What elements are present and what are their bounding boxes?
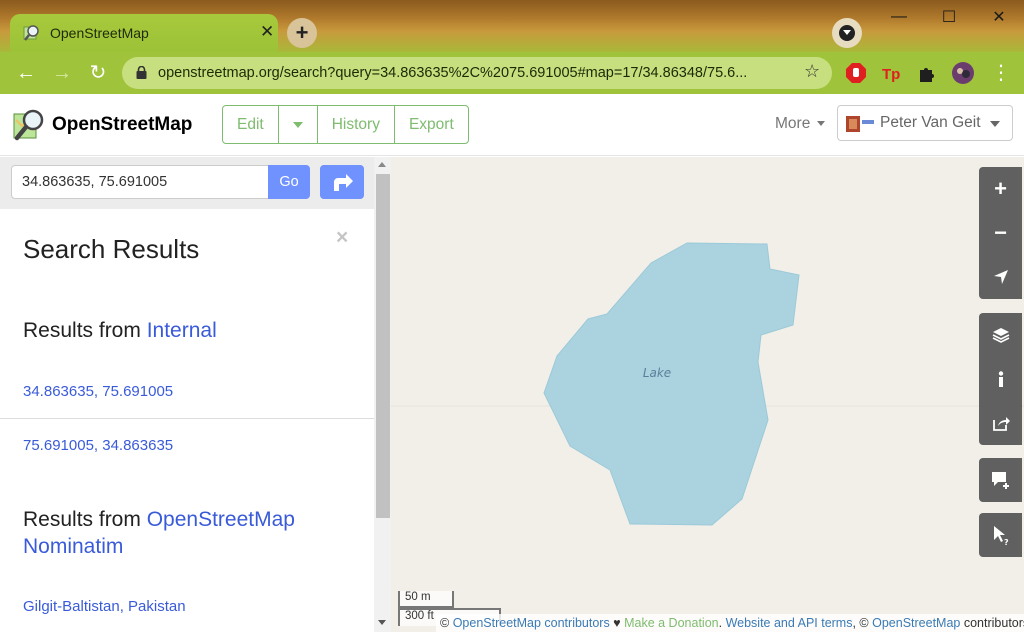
user-menu-button[interactable]: Peter Van Geit xyxy=(837,105,1013,141)
osm-logo-icon[interactable] xyxy=(12,108,46,142)
edit-dropdown-button[interactable] xyxy=(279,106,318,143)
browser-menu-icon[interactable]: ⋮ xyxy=(989,61,1013,85)
translate-extension-icon[interactable]: Tp xyxy=(880,62,902,84)
result-item[interactable]: Gilgit-Baltistan, Pakistan xyxy=(23,598,186,615)
share-icon xyxy=(992,417,1010,431)
caret-down-icon xyxy=(292,121,303,128)
query-cursor-icon: ? xyxy=(993,526,1009,545)
contributors-link[interactable]: OpenStreetMap contributors xyxy=(453,616,610,630)
scroll-down-icon[interactable] xyxy=(378,620,386,625)
caret-down-icon xyxy=(990,121,1000,127)
svg-text:Tp: Tp xyxy=(882,66,900,83)
results-internal-heading: Results from Internal xyxy=(23,319,217,342)
lake-shape xyxy=(543,242,800,526)
lake-label: Lake xyxy=(643,366,671,380)
query-controls: ? xyxy=(979,513,1022,557)
osm-header: OpenStreetMap Edit History Export More P… xyxy=(0,94,1024,156)
tab-title: OpenStreetMap xyxy=(50,25,149,41)
extensions-puzzle-icon[interactable] xyxy=(916,62,938,84)
adblock-extension-icon[interactable] xyxy=(845,62,867,84)
minimize-button[interactable]: — xyxy=(874,0,924,34)
export-button[interactable]: Export xyxy=(395,106,468,143)
result-item[interactable]: 75.691005, 34.863635 xyxy=(23,437,173,454)
add-note-button[interactable] xyxy=(979,458,1022,502)
lock-icon xyxy=(136,66,147,79)
internal-source-link[interactable]: Internal xyxy=(147,319,217,342)
note-controls xyxy=(979,458,1022,502)
map-layer: Lake xyxy=(391,242,1024,526)
results-nominatim-heading: Results from OpenStreetMap Nominatim xyxy=(23,508,295,558)
layers-icon xyxy=(992,328,1009,343)
bookmark-star-icon[interactable]: ☆ xyxy=(804,61,820,82)
window-controls: — ☐ ✕ xyxy=(874,0,1024,34)
svg-text:?: ? xyxy=(1004,538,1009,545)
more-menu-button[interactable]: More xyxy=(775,115,825,133)
directions-button[interactable] xyxy=(320,165,364,199)
close-window-button[interactable]: ✕ xyxy=(974,0,1024,34)
add-note-icon xyxy=(991,472,1009,489)
back-icon[interactable]: ← xyxy=(14,61,38,85)
reload-icon[interactable]: ↻ xyxy=(86,61,110,85)
more-label: More xyxy=(775,115,811,132)
query-features-button[interactable]: ? xyxy=(979,513,1022,557)
osm-copyright-link[interactable]: OpenStreetMap xyxy=(872,616,960,630)
map-canvas[interactable]: Lake xyxy=(391,157,1024,632)
history-button[interactable]: History xyxy=(318,106,395,143)
browser-tab-strip: OpenStreetMap ✕ + — ☐ ✕ xyxy=(0,0,1024,52)
scrollbar-thumb[interactable] xyxy=(376,174,390,518)
brand-name[interactable]: OpenStreetMap xyxy=(52,114,192,136)
layers-button[interactable] xyxy=(979,313,1022,357)
search-results-title: Search Results xyxy=(23,234,200,264)
close-results-icon[interactable]: × xyxy=(336,226,348,250)
forward-icon[interactable]: → xyxy=(50,61,74,85)
search-sidebar: 34.863635, 75.691005 Go Search Results ×… xyxy=(0,157,374,632)
map-key-button[interactable] xyxy=(979,357,1022,401)
osm-favicon-icon xyxy=(23,25,39,41)
share-button[interactable] xyxy=(979,401,1022,445)
nominatim-source-link[interactable]: Nominatim xyxy=(23,535,123,558)
zoom-controls: + − xyxy=(979,167,1022,299)
donation-link[interactable]: Make a Donation xyxy=(624,616,719,630)
locate-button[interactable] xyxy=(979,255,1022,299)
map-tools-controls xyxy=(979,313,1022,445)
browser-tab[interactable]: OpenStreetMap ✕ xyxy=(10,14,278,52)
tab-search-button[interactable] xyxy=(832,18,862,48)
scroll-up-icon[interactable] xyxy=(378,162,386,167)
edit-button-group: Edit History Export xyxy=(222,105,469,144)
user-avatar xyxy=(846,116,874,132)
result-item[interactable]: 34.863635, 75.691005 xyxy=(23,383,173,400)
map-attribution: © OpenStreetMap contributors ♥ Make a Do… xyxy=(436,614,1024,632)
info-icon xyxy=(998,371,1003,387)
new-tab-button[interactable]: + xyxy=(287,18,317,48)
profile-avatar[interactable] xyxy=(952,62,974,84)
go-button[interactable]: Go xyxy=(268,165,310,199)
address-bar[interactable]: openstreetmap.org/search?query=34.863635… xyxy=(122,57,832,89)
search-input[interactable]: 34.863635, 75.691005 xyxy=(11,165,269,199)
zoom-out-button[interactable]: − xyxy=(979,211,1022,255)
scale-metric: 50 m xyxy=(398,591,454,608)
tab-close-icon[interactable]: ✕ xyxy=(260,22,274,42)
user-name: Peter Van Geit xyxy=(880,114,981,131)
maximize-button[interactable]: ☐ xyxy=(924,0,974,34)
edit-button[interactable]: Edit xyxy=(223,106,279,143)
search-bar: 34.863635, 75.691005 Go xyxy=(0,157,374,209)
locate-arrow-icon xyxy=(993,270,1008,284)
zoom-in-button[interactable]: + xyxy=(979,167,1022,211)
nominatim-source-link[interactable]: OpenStreetMap xyxy=(147,508,295,531)
result-divider xyxy=(0,418,374,419)
caret-down-icon xyxy=(816,121,825,127)
url-text: openstreetmap.org/search?query=34.863635… xyxy=(158,65,748,81)
api-terms-link[interactable]: Website and API terms xyxy=(726,616,853,630)
